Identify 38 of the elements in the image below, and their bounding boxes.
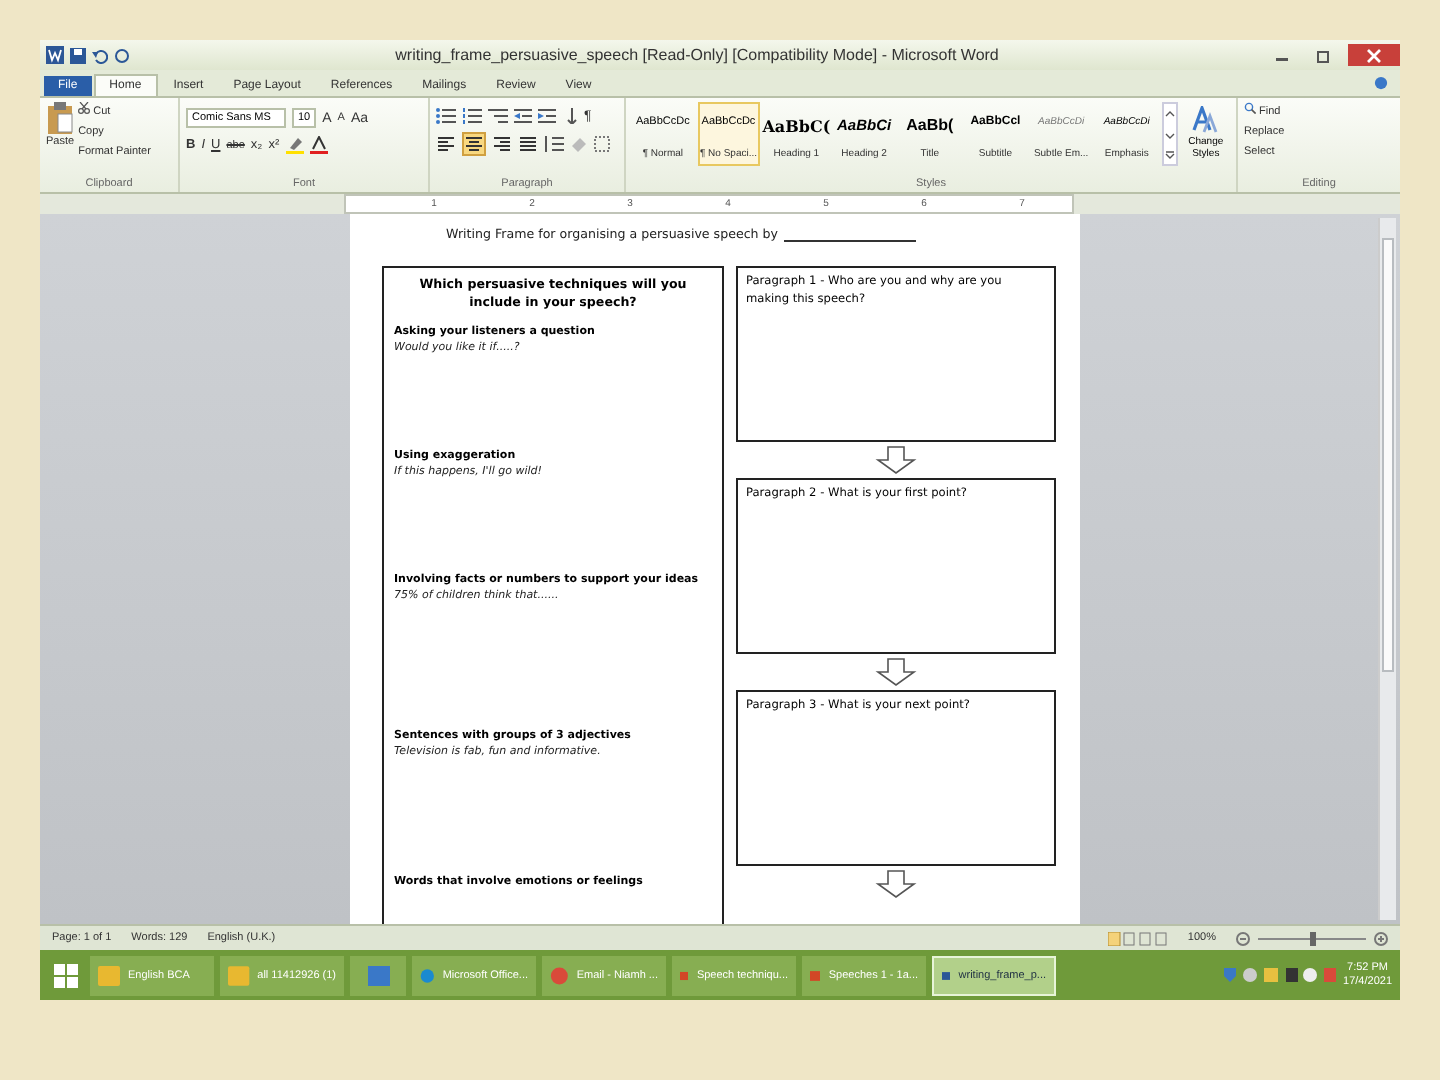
align-button[interactable] (436, 134, 456, 154)
zoom-in-icon[interactable] (1374, 931, 1388, 945)
increase-indent-icon[interactable] (538, 108, 556, 124)
close-icon (1366, 47, 1382, 63)
align-button[interactable] (462, 132, 486, 156)
system-tray-icons[interactable] (1221, 966, 1338, 984)
scissors-icon (78, 102, 91, 114)
down-arrow-icon (874, 870, 918, 898)
close-button[interactable] (1348, 44, 1400, 66)
bullet-list-icon[interactable] (436, 108, 456, 124)
undo-icon[interactable] (92, 47, 108, 63)
word-app-icon (46, 46, 64, 64)
styles-icon (1191, 106, 1220, 134)
vertical-scrollbar[interactable] (1378, 218, 1396, 920)
numbered-list-icon[interactable] (462, 108, 482, 124)
align-button[interactable] (518, 134, 538, 154)
down-arrow-icon (874, 446, 918, 474)
sort-icon[interactable] (562, 108, 578, 124)
highlighter-icon[interactable] (285, 136, 304, 154)
font-color-icon[interactable] (309, 136, 328, 154)
start-button[interactable] (48, 963, 84, 987)
styles-scroll-button[interactable] (1161, 102, 1178, 166)
clipboard-icon (46, 102, 75, 134)
save-icon[interactable] (70, 47, 86, 63)
folder-icon (98, 963, 120, 987)
folder-icon (228, 963, 250, 987)
down-arrow-icon (874, 658, 918, 686)
borders-icon[interactable] (594, 136, 610, 152)
multilevel-list-icon[interactable] (488, 108, 508, 124)
window-title: writing_frame_persuasive_speech [Read-Only] [Compatibility Mode] - Microsoft Word (393, 46, 1001, 64)
decrease-indent-icon[interactable] (514, 108, 532, 124)
slider-thumb[interactable] (1309, 931, 1315, 945)
zoom-out-icon[interactable] (1236, 931, 1250, 945)
line-spacing-icon[interactable] (544, 136, 564, 152)
search-icon (1244, 102, 1256, 114)
windows-icon (54, 963, 78, 987)
align-button[interactable] (492, 134, 512, 154)
restore-icon (1316, 47, 1332, 63)
